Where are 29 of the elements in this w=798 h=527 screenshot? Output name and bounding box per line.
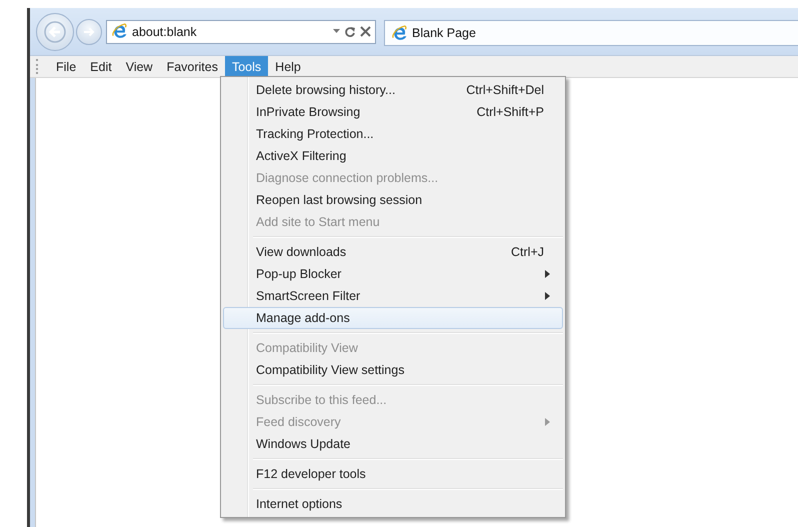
dropdown-icon[interactable] xyxy=(333,29,340,34)
address-text: about:blank xyxy=(132,24,198,38)
menu-option[interactable]: Tracking Protection... xyxy=(223,123,563,145)
menu-option[interactable]: ActiveX Filtering xyxy=(223,145,563,167)
shortcut-text: Ctrl+Shift+P xyxy=(476,105,544,119)
menu-option[interactable]: Reopen last browsing session xyxy=(223,189,563,211)
menu-option[interactable]: Windows Update xyxy=(223,433,563,455)
browser-logo-icon xyxy=(391,24,408,42)
refresh-icon[interactable] xyxy=(344,26,356,38)
close-icon[interactable] xyxy=(360,26,371,37)
menu-item[interactable]: Edit xyxy=(83,56,119,77)
browser-logo-icon xyxy=(111,23,128,40)
menu-option[interactable]: SmartScreen Filter xyxy=(223,285,563,307)
menu-option[interactable]: Internet options xyxy=(223,493,563,515)
menu-option[interactable]: F12 developer tools xyxy=(223,463,563,485)
menu-option[interactable]: InPrivate Browsing Ctrl+Shift+P xyxy=(223,101,563,123)
shortcut-text: Ctrl+Shift+Del xyxy=(466,83,544,97)
menu-option[interactable]: Pop-up Blocker xyxy=(223,263,563,285)
menu-item[interactable]: File xyxy=(49,56,84,77)
menu-item[interactable]: Favorites xyxy=(160,56,225,77)
menu-item[interactable]: Help xyxy=(268,56,308,77)
menu-option[interactable]: Manage add-ons xyxy=(223,307,563,329)
menu-item[interactable]: View xyxy=(118,56,160,77)
menu-option[interactable]: View downloads Ctrl+J xyxy=(223,241,563,263)
menu-option[interactable]: Compatibility View settings xyxy=(223,359,563,381)
shortcut-text: Ctrl+J xyxy=(511,245,544,259)
menu-option[interactable]: Delete browsing history... Ctrl+Shift+Del xyxy=(223,79,563,101)
address-field[interactable]: about:blank xyxy=(106,20,376,44)
browser-tab[interactable]: Blank Page xyxy=(384,20,798,46)
